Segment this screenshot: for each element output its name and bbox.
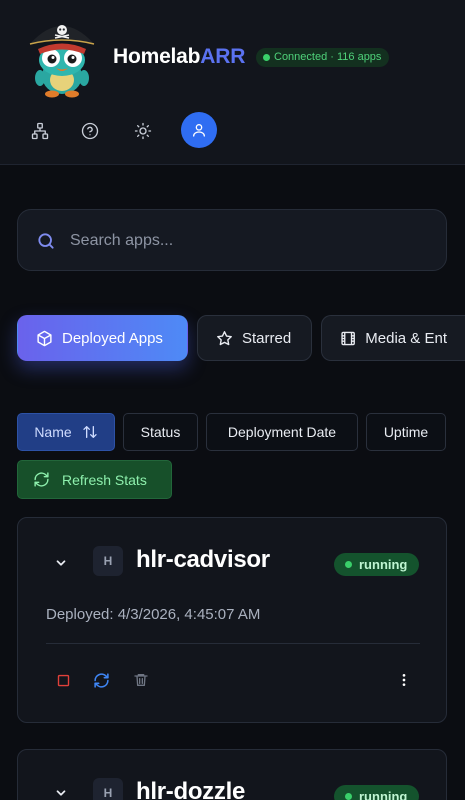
network-icon [31, 122, 49, 140]
divider [46, 643, 420, 644]
status-badge: running [334, 553, 420, 576]
stop-icon [57, 674, 69, 686]
status-dot [263, 54, 270, 61]
pirate-frog-logo [29, 25, 95, 98]
tab-label: Deployed Apps [62, 329, 163, 347]
restart-icon [93, 672, 109, 688]
trash-icon [134, 674, 148, 686]
status-text: running [359, 557, 408, 572]
delete-button[interactable] [131, 670, 151, 690]
theme-sun-icon [134, 122, 152, 140]
search-icon [38, 233, 54, 249]
search-input[interactable] [70, 224, 430, 258]
sort-status-button[interactable]: Status [123, 413, 198, 451]
app-name: hlr-dozzle [136, 778, 245, 800]
chevron-down-icon[interactable] [54, 786, 68, 800]
film-icon [341, 331, 355, 345]
brand-title: HomelabARR [113, 45, 245, 69]
sort-arrows-icon [83, 426, 97, 438]
sort-name-button[interactable]: Name [17, 413, 115, 451]
app-initial-avatar: H [93, 546, 123, 576]
brand-suffix: ARR [200, 45, 246, 68]
network-button[interactable] [23, 114, 57, 148]
chevron-down-icon[interactable] [54, 556, 68, 570]
refresh-icon [34, 472, 49, 487]
app-initial-avatar: H [93, 778, 123, 800]
app-card: H hlr-cadvisor running Deployed: 4/3/202… [17, 517, 447, 723]
cube-icon [37, 330, 52, 346]
theme-toggle-button[interactable] [126, 114, 160, 148]
tab-starred[interactable]: Starred [197, 315, 312, 361]
connection-status-badge: Connected · 116 apps [256, 48, 390, 67]
refresh-stats-button[interactable]: Refresh Stats [17, 460, 172, 499]
sort-uptime-button[interactable]: Uptime [366, 413, 446, 451]
tab-label: Starred [242, 329, 292, 347]
search-box[interactable] [17, 209, 447, 271]
sort-label: Deployment Date [227, 424, 337, 440]
app-header: HomelabARR Connected · 116 apps [0, 0, 465, 165]
tab-deployed-apps[interactable]: Deployed Apps [17, 315, 188, 361]
app-card: H hlr-dozzle running [17, 749, 447, 800]
tab-media-entertainment[interactable]: Media & Ent [321, 315, 465, 361]
more-options-button[interactable] [394, 670, 414, 690]
app-name: hlr-cadvisor [136, 546, 270, 573]
status-dot [345, 793, 352, 800]
refresh-label: Refresh Stats [62, 471, 147, 488]
sort-label: Name [34, 424, 72, 440]
star-icon [217, 330, 232, 345]
deployed-date: Deployed: 4/3/2026, 4:45:07 AM [46, 606, 261, 623]
status-text: running [359, 789, 408, 800]
restart-button[interactable] [91, 670, 111, 690]
sort-deployment-date-button[interactable]: Deployment Date [206, 413, 358, 451]
stop-button[interactable] [53, 670, 73, 690]
status-dot [345, 561, 352, 568]
tab-label: Media & Ent [365, 329, 447, 347]
sort-label: Status [140, 424, 181, 440]
brand-prefix: Homelab [113, 45, 201, 68]
more-vertical-icon [402, 674, 406, 686]
sort-label: Uptime [383, 424, 429, 440]
user-icon [193, 124, 205, 137]
help-icon [81, 122, 99, 140]
status-badge: running [334, 785, 420, 800]
connection-status-text: Connected · 116 apps [274, 51, 382, 63]
help-button[interactable] [73, 114, 107, 148]
user-profile-button[interactable] [181, 112, 217, 148]
